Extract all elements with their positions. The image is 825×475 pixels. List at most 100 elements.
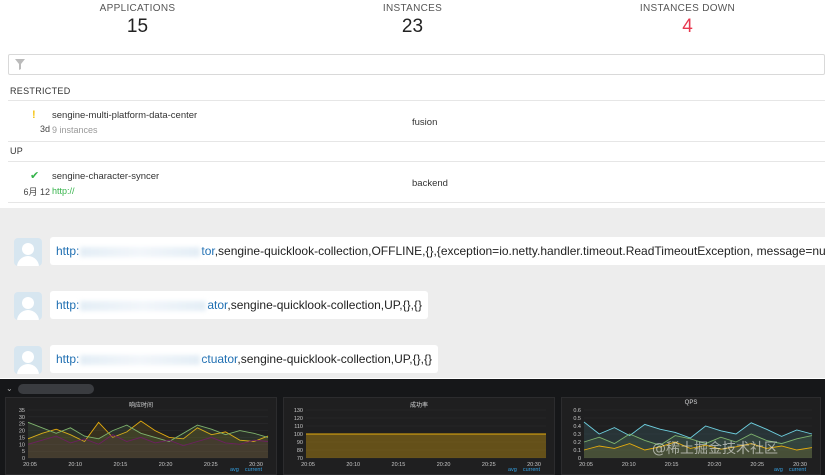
y-tick-label: 80 <box>297 448 303 454</box>
y-tick-label: 120 <box>294 416 303 422</box>
message-text: ,sengine-quicklook-collection,UP,{},{} <box>227 298 422 312</box>
message-link[interactable]: http: <box>56 352 79 366</box>
message-link-tail[interactable]: ctuator <box>201 352 237 366</box>
legend-current: current <box>244 467 262 473</box>
message-bubble: http: tor,sengine-quicklook-collection,OF… <box>50 237 825 265</box>
metrics-dashboard: ⌄ 响应时间 0 5 10 15 20 25 30 35 20:05 20:10 20:15 20:2… <box>0 379 825 475</box>
message-link-tail[interactable]: tor <box>201 244 214 258</box>
status-column: ✔ 6月 12 <box>8 162 50 204</box>
instances-stat: INSTANCES 23 <box>275 0 550 48</box>
success-rate-chart: 70809010011012013020:05 20:10 20:15 20:20 20… <box>294 408 546 468</box>
redacted-row-title <box>18 384 94 394</box>
y-tick-label: 130 <box>294 408 303 414</box>
redacted-text <box>80 354 201 365</box>
legend-avg: avg <box>774 467 783 473</box>
legend-avg: avg <box>508 467 517 473</box>
y-tick-label: 10 <box>19 442 25 448</box>
y-tick-label: 100 <box>294 432 303 438</box>
y-tick-label: 0.4 <box>573 424 581 430</box>
dashboard-row-header[interactable]: ⌄ <box>6 383 96 395</box>
filter-input[interactable] <box>8 54 825 75</box>
message-link[interactable]: http: <box>56 244 79 258</box>
x-tick-label: 20:10 <box>622 462 636 468</box>
check-icon: ✔ <box>30 170 40 182</box>
filter-icon <box>15 59 25 70</box>
chart-legend: avg current <box>502 467 540 473</box>
x-tick-label: 20:10 <box>346 462 360 468</box>
x-tick-label: 20:10 <box>68 462 82 468</box>
instance-url-link[interactable]: http:// <box>52 186 75 196</box>
chart-panel-qps[interactable]: QPS 0 0.1 0.2 0.3 0.4 0.5 0.6 20:05 20:10 20:15 20… <box>561 397 821 475</box>
y-tick-label: 20 <box>19 429 25 435</box>
application-name: sengine-multi-platform-data-center <box>52 110 198 121</box>
application-tag: fusion <box>412 117 438 128</box>
application-row-restricted[interactable]: ! 3d sengine-multi-platform-data-center … <box>8 100 825 142</box>
group-label-restricted: RESTRICTED <box>10 86 71 96</box>
application-name: sengine-character-syncer <box>52 171 160 182</box>
chart-panel-response-time[interactable]: 响应时间 0 5 10 15 20 25 30 35 20:05 20:10 20:15 20:20 2… <box>5 397 277 475</box>
chart-legend: avg current <box>768 467 806 473</box>
instances-down-stat: INSTANCES DOWN 4 <box>550 0 825 48</box>
y-tick-label: 0.2 <box>573 440 581 446</box>
applications-count: 15 <box>126 16 149 37</box>
instances-down-count: 4 <box>682 16 693 37</box>
applications-stat: APPLICATIONS 15 <box>0 0 275 48</box>
watermark: @稀土掘金技术社区 <box>652 441 778 457</box>
chart-legend: avg current <box>224 467 262 473</box>
chat-panel: http: tor,sengine-quicklook-collection,OF… <box>0 208 825 378</box>
message-bubble: http: ctuator,sengine-quicklook-collectio… <box>50 345 438 373</box>
x-tick-label: 20:25 <box>204 462 218 468</box>
y-tick-label: 25 <box>19 422 25 428</box>
x-tick-label: 20:05 <box>23 462 37 468</box>
legend-current: current <box>788 467 806 473</box>
legend-avg: avg <box>230 467 239 473</box>
x-tick-label: 20:15 <box>392 462 406 468</box>
legend-current: current <box>522 467 540 473</box>
y-tick-label: 35 <box>19 408 25 414</box>
status-time: 3d <box>39 124 50 134</box>
x-tick-label: 20:20 <box>708 462 722 468</box>
chart-panel-success-rate[interactable]: 成功率 70 80 90 100 110 120 130 20:05 20:10 20:15 20:… <box>283 397 555 475</box>
x-tick-label: 20:15 <box>114 462 128 468</box>
message-text: ,sengine-quicklook-collection,OFFLINE,{}… <box>214 244 825 258</box>
y-tick-label: 5 <box>22 449 25 455</box>
y-tick-label: 90 <box>297 440 303 446</box>
y-tick-label: 15 <box>19 435 25 441</box>
message-link-tail[interactable]: ator <box>207 298 227 312</box>
instances-count: 23 <box>401 16 424 37</box>
group-label-up: UP <box>10 146 24 156</box>
x-tick-label: 20:20 <box>437 462 451 468</box>
chat-message: http: tor,sengine-quicklook-collection,OF… <box>0 236 825 270</box>
x-tick-label: 20:15 <box>665 462 679 468</box>
application-tag: backend <box>412 178 448 189</box>
status-column: ! 3d <box>8 101 50 143</box>
message-link[interactable]: http: <box>56 298 79 312</box>
exclamation-icon: ! <box>32 109 36 121</box>
instances-down-label: INSTANCES DOWN <box>639 3 736 14</box>
redacted-text <box>80 246 201 257</box>
series-area <box>306 434 546 458</box>
instances-label: INSTANCES <box>382 3 443 14</box>
summary-bar: APPLICATIONS 15 INSTANCES 23 INSTANCES D… <box>0 0 825 48</box>
chat-message: http: ator,sengine-quicklook-collection,U… <box>0 290 825 324</box>
x-tick-label: 20:25 <box>750 462 764 468</box>
avatar <box>14 292 42 320</box>
redacted-text <box>80 300 207 311</box>
y-tick-label: 0.5 <box>573 416 581 422</box>
chevron-down-icon[interactable]: ⌄ <box>6 384 13 393</box>
y-tick-label: 0.1 <box>573 448 581 454</box>
y-tick-label: 0.6 <box>573 408 581 414</box>
application-row-up[interactable]: ✔ 6月 12 sengine-character-syncer http://… <box>8 161 825 203</box>
x-tick-label: 20:05 <box>301 462 315 468</box>
qps-chart: 00.10.20.30.40.50.620:05 20:10 20:15 20:20 2… <box>573 408 813 468</box>
y-tick-label: 30 <box>19 415 25 421</box>
instance-count: 9 instances <box>52 125 98 135</box>
chat-message: http: ctuator,sengine-quicklook-collectio… <box>0 344 825 378</box>
response-time-chart: 0510152025303520:05 20:10 20:15 20:20 20:25 2… <box>19 408 269 468</box>
applications-label: APPLICATIONS <box>99 3 176 14</box>
message-text: ,sengine-quicklook-collection,UP,{},{} <box>237 352 432 366</box>
message-bubble: http: ator,sengine-quicklook-collection,U… <box>50 291 428 319</box>
x-tick-label: 20:25 <box>482 462 496 468</box>
avatar <box>14 346 42 374</box>
y-tick-label: 0.3 <box>573 432 581 438</box>
